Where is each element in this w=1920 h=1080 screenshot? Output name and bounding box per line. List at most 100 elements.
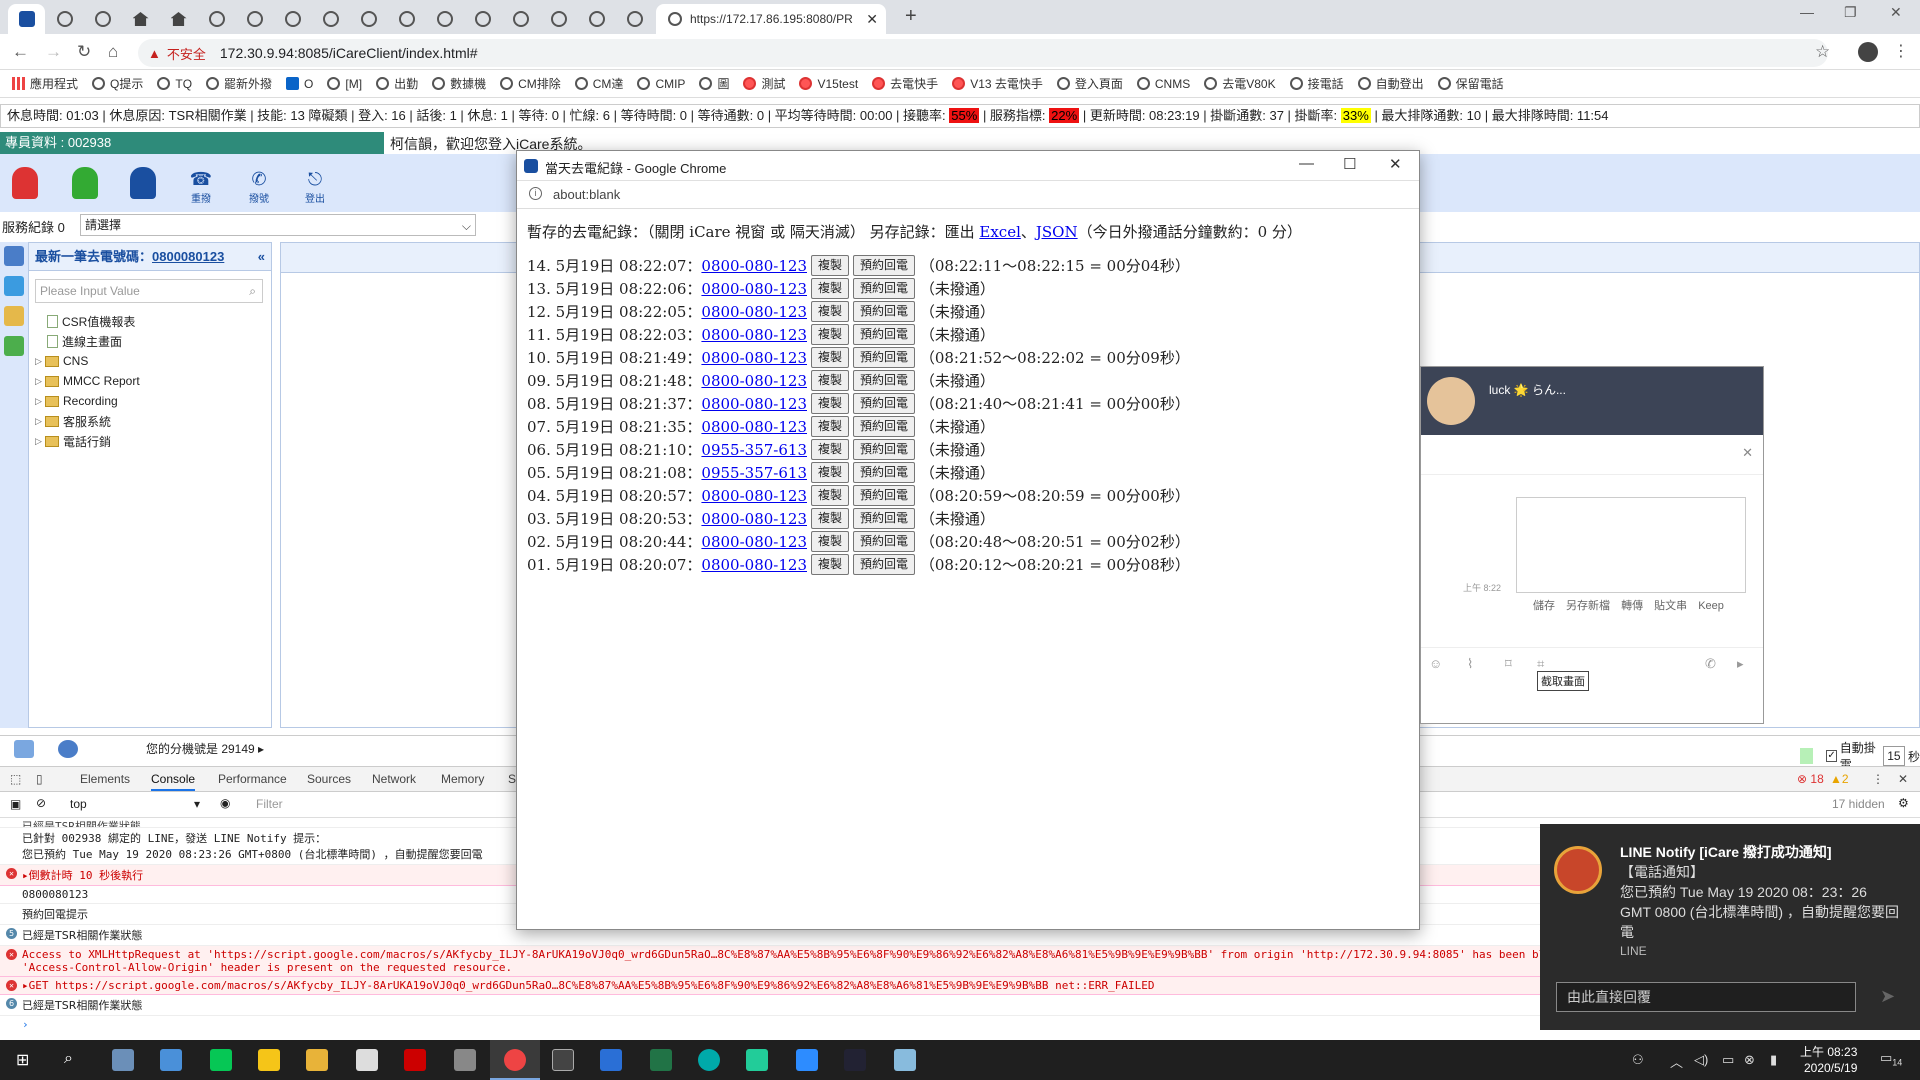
avatar[interactable] (1427, 377, 1475, 425)
send-icon[interactable]: ➤ (1880, 986, 1895, 1007)
record-phone-link[interactable]: 0955-357-613 (701, 464, 807, 482)
record-phone-link[interactable]: 0800-080-123 (701, 303, 807, 321)
app-icon[interactable] (454, 1049, 476, 1071)
tree-node[interactable]: ▷ Recording (29, 391, 271, 411)
toast-reply-input[interactable]: 由此直接回覆 (1556, 982, 1856, 1012)
bookmark[interactable]: 罷新外撥 (206, 75, 272, 92)
record-phone-link[interactable]: 0800-080-123 (701, 257, 807, 275)
bookmark[interactable]: 圖 (699, 75, 729, 92)
tree-search-input[interactable]: Please Input Value ⌕ (35, 279, 263, 303)
minimize-icon[interactable]: — (1800, 4, 1814, 20)
last-call-number-link[interactable]: 0800080123 (152, 249, 224, 264)
account-avatar[interactable] (1858, 42, 1878, 62)
warning-count[interactable]: ▲2 (1830, 772, 1849, 786)
device-toggle-icon[interactable]: ▯ (36, 772, 43, 786)
export-json-link[interactable]: JSON (1036, 223, 1078, 241)
zoom-icon[interactable] (796, 1049, 818, 1071)
record-phone-link[interactable]: 0800-080-123 (701, 372, 807, 390)
chrome-taskbar-active[interactable] (490, 1040, 540, 1080)
emoji-icon[interactable]: ☺ (1429, 656, 1442, 671)
copy-button[interactable]: 複製 (811, 531, 850, 552)
calculator-icon[interactable] (356, 1049, 378, 1071)
message-actions[interactable]: 儲存 另存新檔 轉傳 貼文串 Keep (1533, 597, 1724, 613)
auto-hangup-seconds-input[interactable]: 15 (1882, 746, 1905, 766)
bookmark[interactable]: 接電話 (1289, 75, 1344, 92)
attach-icon[interactable]: ⌇ (1467, 656, 1473, 672)
bookmark[interactable]: 測試 (743, 75, 785, 92)
address-bar[interactable]: ▲ 不安全 172.30.9.94:8085/iCareClient/index… (138, 39, 1828, 67)
bookmark-icon[interactable]: ⌑ (1505, 656, 1512, 672)
export-excel-link[interactable]: Excel (979, 223, 1020, 241)
service-record-select[interactable]: 請選擇 ⌵ (80, 214, 476, 236)
close-icon[interactable]: ✕ (1389, 155, 1402, 173)
record-phone-link[interactable]: 0800-080-123 (701, 418, 807, 436)
keyboard-icon[interactable]: ▮ (1770, 1052, 1777, 1068)
settings-gear-icon[interactable]: ⚙ (1898, 796, 1909, 810)
copy-button[interactable]: 複製 (811, 462, 850, 483)
tab[interactable] (464, 4, 501, 34)
bookmark[interactable]: V13 去電快手 (952, 75, 1043, 92)
tab[interactable] (84, 4, 121, 34)
send-file-icon[interactable]: ▸ (1737, 656, 1744, 672)
tree-node[interactable]: 進線主畫面 (29, 331, 271, 351)
tree-node[interactable]: ▷ 客服系統 (29, 411, 271, 431)
tab[interactable] (198, 4, 235, 34)
record-phone-link[interactable]: 0800-080-123 (701, 280, 807, 298)
eye-icon[interactable]: ◉ (220, 796, 230, 810)
console-filter-input[interactable]: Filter (256, 797, 283, 811)
tab[interactable] (46, 4, 83, 34)
record-phone-link[interactable]: 0800-080-123 (701, 349, 807, 367)
auto-hangup-checkbox[interactable]: ✓ (1826, 750, 1837, 762)
calendar-icon[interactable] (4, 246, 24, 266)
app-icon[interactable] (160, 1049, 182, 1071)
record-phone-link[interactable]: 0800-080-123 (701, 510, 807, 528)
key-icon[interactable] (4, 306, 24, 326)
tab-sources[interactable]: Sources (307, 772, 351, 786)
bookmark[interactable]: V15test (799, 77, 858, 91)
bookmark[interactable]: CM排除 (500, 75, 561, 92)
tab[interactable] (350, 4, 387, 34)
bookmark[interactable]: 數據機 (432, 75, 486, 92)
record-phone-link[interactable]: 0800-080-123 (701, 487, 807, 505)
tab[interactable] (578, 4, 615, 34)
search-icon[interactable]: ⌕ (64, 1050, 73, 1068)
bookmark[interactable]: 出勤 (376, 75, 418, 92)
schedule-callback-button[interactable]: 預約回電 (853, 485, 916, 506)
schedule-callback-button[interactable]: 預約回電 (853, 531, 916, 552)
schedule-callback-button[interactable]: 預約回電 (853, 347, 916, 368)
bookmark[interactable]: 去電V80K (1204, 75, 1276, 92)
record-phone-link[interactable]: 0800-080-123 (701, 326, 807, 344)
copy-button[interactable]: 複製 (811, 416, 850, 437)
tree-node[interactable]: ▷ 電話行銷 (29, 431, 271, 451)
schedule-callback-button[interactable]: 預約回電 (853, 301, 916, 322)
bookmark[interactable]: Q提示 (92, 75, 143, 92)
tab-active-url[interactable]: https://172.17.86.195:8080/PR ✕ (656, 4, 886, 34)
schedule-callback-button[interactable]: 預約回電 (853, 554, 916, 575)
app-icon[interactable] (112, 1049, 134, 1071)
bookmark-star-icon[interactable]: ☆ (1815, 42, 1830, 62)
image-message[interactable] (1516, 497, 1746, 593)
copy-button[interactable]: 複製 (811, 301, 850, 322)
bookmark[interactable]: CMIP (637, 77, 685, 91)
schedule-callback-button[interactable]: 預約回電 (853, 393, 916, 414)
copy-button[interactable]: 複製 (811, 278, 850, 299)
tab-more[interactable]: S (508, 772, 516, 786)
tree-node[interactable]: ▷ CNS (29, 351, 271, 371)
error-count[interactable]: ⊗ 18 (1797, 772, 1824, 786)
play-icon[interactable] (4, 336, 24, 356)
schedule-callback-button[interactable]: 預約回電 (853, 462, 916, 483)
logout-button[interactable]: ⎋ 登出 (292, 160, 338, 206)
app-icon[interactable] (600, 1049, 622, 1071)
phone-icon[interactable] (58, 740, 78, 758)
ready-button[interactable] (62, 160, 108, 206)
tab[interactable] (616, 4, 653, 34)
restore-icon[interactable]: ❐ (1844, 4, 1857, 21)
pause-button[interactable] (120, 160, 166, 206)
info-icon[interactable]: i (529, 187, 542, 200)
copy-button[interactable]: 複製 (811, 255, 850, 276)
app-icon[interactable] (844, 1049, 866, 1071)
user-icon[interactable] (14, 740, 34, 758)
tab[interactable] (274, 4, 311, 34)
tab[interactable] (312, 4, 349, 34)
tab[interactable] (540, 4, 577, 34)
